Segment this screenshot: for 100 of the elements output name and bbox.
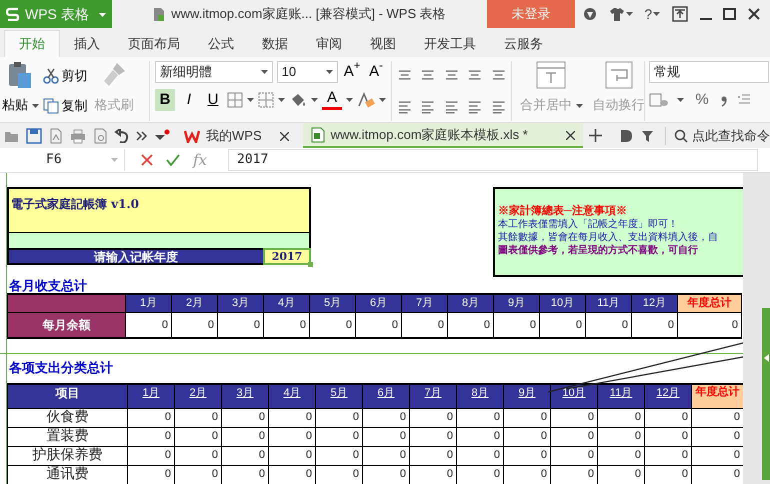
wrap-text-icon <box>604 61 633 89</box>
close-icon[interactable] <box>566 130 575 140</box>
table-cell: 0 <box>448 312 494 338</box>
close-icon[interactable] <box>748 8 760 20</box>
skin-button[interactable] <box>608 7 633 21</box>
maximize-icon[interactable] <box>723 8 736 20</box>
column-header: 9月 <box>504 384 550 408</box>
table-cell: 0 <box>410 427 456 446</box>
table-cell: 0 <box>550 446 598 465</box>
year-cell[interactable]: 2017 <box>263 248 311 265</box>
table-cell: 0 <box>644 408 692 427</box>
paste-button[interactable]: 粘贴 <box>2 61 39 121</box>
shrink-font-button[interactable]: A$^{-}$ <box>366 61 386 83</box>
ribbon-tab[interactable]: 审阅 <box>302 30 356 57</box>
font-select[interactable]: 新细明體 <box>155 61 273 83</box>
column-header: 2月 <box>174 384 222 408</box>
document-tab[interactable]: www.itmop.com家庭账本模板.xls * <box>302 123 583 148</box>
undo-icon[interactable] <box>114 128 130 142</box>
column-header: 6月 <box>362 384 410 408</box>
table-cell: 0 <box>362 408 410 427</box>
fill-color-icon[interactable] <box>289 92 307 108</box>
column-header: 5月 <box>316 384 362 408</box>
align-bottom-icon[interactable] <box>444 68 460 82</box>
ribbon-tab[interactable]: 开始 <box>4 30 60 57</box>
ribbon-tab[interactable]: 页面布局 <box>114 30 194 57</box>
align-right-icon[interactable] <box>444 100 460 114</box>
check-icon[interactable] <box>166 154 180 166</box>
cell-style-icon[interactable] <box>258 92 274 108</box>
merge-cells-icon <box>536 61 566 89</box>
document-tab[interactable]: 我的WPS <box>176 123 297 148</box>
app-menu-button[interactable]: WPS 表格 <box>0 0 112 28</box>
table-cell: 0 <box>402 312 448 338</box>
formula-field[interactable]: 2017 <box>228 149 758 171</box>
more-icon[interactable] <box>136 130 148 140</box>
table-cell: 0 <box>362 465 410 484</box>
column-header: 项目 <box>8 384 128 408</box>
copy-button[interactable]: 复制 <box>40 94 90 118</box>
align-center-icon[interactable] <box>420 100 436 114</box>
column-header: 7月 <box>410 384 456 408</box>
justify-icon[interactable] <box>467 100 483 114</box>
table-cell: 0 <box>550 427 598 446</box>
table-cell: 0 <box>504 427 550 446</box>
font-color-button[interactable]: A <box>322 90 342 110</box>
export-pdf-icon[interactable] <box>48 128 64 144</box>
align-middle-icon[interactable] <box>420 68 436 82</box>
cancel-icon[interactable] <box>141 154 153 166</box>
save-icon[interactable] <box>26 128 42 144</box>
font-size-select[interactable]: 10 <box>276 61 338 83</box>
italic-button[interactable]: I <box>179 89 199 111</box>
caret-icon <box>379 98 386 102</box>
ribbon-tab[interactable]: 开发工具 <box>410 30 490 57</box>
percent-button[interactable]: % <box>692 89 712 111</box>
column-header: 8月 <box>448 294 494 312</box>
column-header: 4月 <box>268 384 316 408</box>
distributed-icon[interactable] <box>490 100 506 114</box>
grow-font-button[interactable]: A$^{+}$ <box>342 61 362 83</box>
table-cell: 0 <box>550 408 598 427</box>
command-search[interactable]: 点此查找命令 <box>674 126 770 146</box>
number-format-select[interactable]: 常规 <box>649 61 769 83</box>
close-icon[interactable] <box>280 132 289 141</box>
new-tab-icon[interactable] <box>588 129 602 142</box>
bold-button[interactable]: B <box>155 89 175 111</box>
table-cell: 0 <box>222 446 268 465</box>
column-header: 年度总计 <box>678 294 742 312</box>
scrollbar[interactable] <box>743 173 770 484</box>
window-icon[interactable] <box>672 6 688 22</box>
table-cell: 0 <box>128 446 174 465</box>
align-top-icon[interactable] <box>397 68 412 82</box>
note-heading: ※家計簿總表─注意事項※ <box>498 205 628 218</box>
help-button[interactable]: ? <box>644 4 660 24</box>
column-header: 12月 <box>632 294 678 312</box>
caret-icon <box>111 158 118 162</box>
print-preview-icon[interactable] <box>92 128 108 144</box>
fill-handle[interactable] <box>308 262 313 267</box>
d-shape-icon[interactable] <box>619 128 633 142</box>
borders-icon[interactable] <box>227 92 243 108</box>
align-left-icon[interactable] <box>397 100 412 114</box>
ribbon-tab[interactable]: 插入 <box>60 30 114 57</box>
ribbon-tab[interactable]: 视图 <box>356 30 410 57</box>
column-header: 10月 <box>550 384 598 408</box>
column-header: 3月 <box>222 384 268 408</box>
column-header: 3月 <box>218 294 264 312</box>
caret-icon <box>677 98 684 102</box>
column-header: 6月 <box>356 294 402 312</box>
collapse-icon[interactable] <box>764 354 769 362</box>
ribbon-tab[interactable]: 数据 <box>248 30 302 57</box>
cut-button[interactable]: 剪切 <box>40 64 90 88</box>
underline-button[interactable]: U <box>203 89 223 111</box>
name-box[interactable]: F6 <box>0 149 125 171</box>
table-cell: 0 <box>222 465 268 484</box>
ribbon-tab[interactable]: 公式 <box>194 30 248 57</box>
scroll-thumb[interactable] <box>762 308 770 480</box>
row-header: 每月余额 <box>8 312 126 338</box>
table-cell: 0 <box>456 446 504 465</box>
print-icon[interactable] <box>70 128 86 144</box>
clear-format-icon[interactable] <box>357 92 375 108</box>
table-cell: 0 <box>540 312 586 338</box>
dropdown-icon[interactable] <box>154 128 170 142</box>
column-header: 8月 <box>456 384 504 408</box>
ribbon-tab[interactable]: 云服务 <box>490 30 557 57</box>
